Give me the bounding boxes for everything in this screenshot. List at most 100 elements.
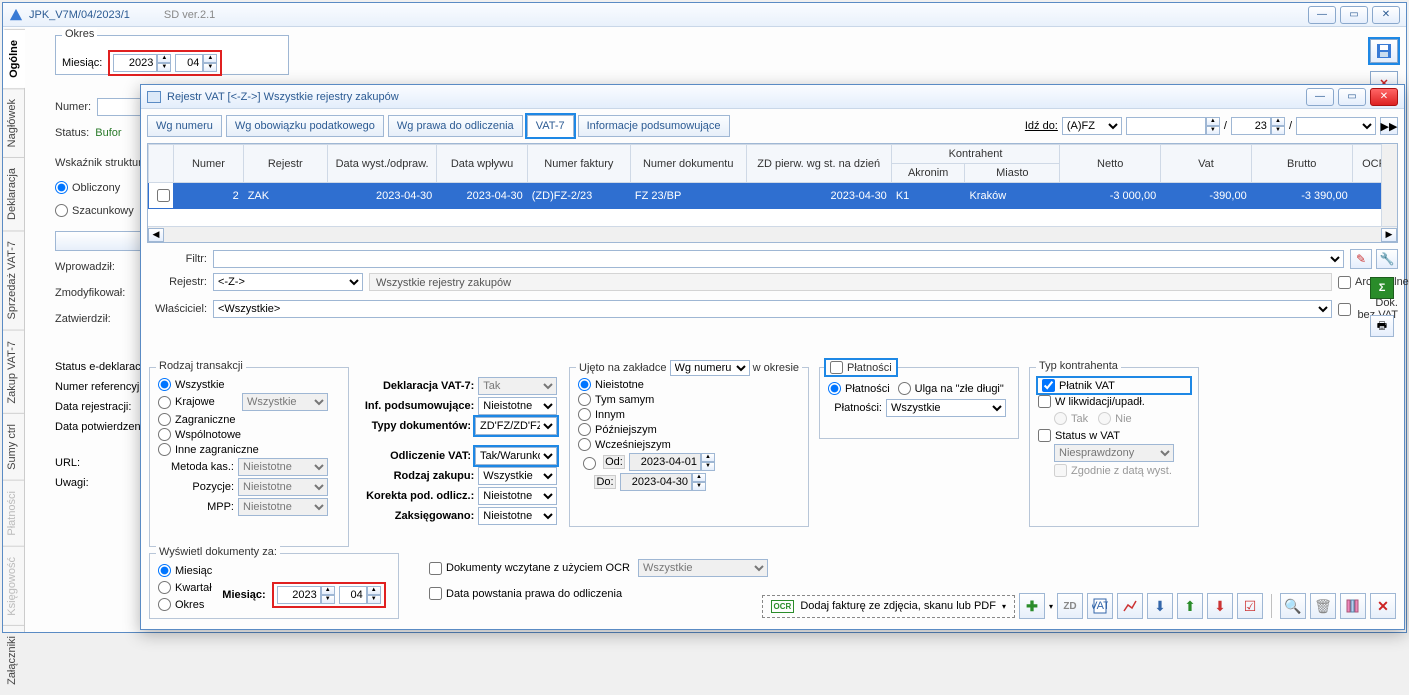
save-icon[interactable] [1370,39,1398,63]
rodzaj-zakupu-select[interactable]: Wszystkie [478,467,557,485]
ujeto-tym-radio[interactable]: Tym samym [578,393,800,406]
vtab-sprzedaz[interactable]: Sprzedaż VAT-7 [3,230,24,329]
vat-doc-icon[interactable]: VAT [1087,593,1113,619]
export-down-icon[interactable]: ⬇ [1147,593,1173,619]
rodzaj-krajowe-radio[interactable]: Krajowe [158,396,238,409]
krajowe-select[interactable]: Wszystkie [242,393,328,411]
odliczenie-select[interactable]: Tak/Warunkowo [475,447,557,465]
status-vat-select[interactable]: Niesprawdzony [1054,444,1174,462]
tab-informacje[interactable]: Informacje podsumowujące [578,115,730,137]
vtab-naglowek[interactable]: Nagłówek [3,88,24,157]
rodzaj-wspolnotowe-radio[interactable]: Wspólnotowe [158,428,340,441]
do-date-spinner[interactable]: ▲▼ [620,473,706,491]
year-down[interactable]: ▼ [157,63,171,72]
magnify-icon[interactable]: 🔍 [1280,593,1306,619]
scroll-left-icon[interactable]: ◀ [148,228,164,242]
vtab-zakup[interactable]: Zakup VAT-7 [3,330,24,414]
export-up-icon[interactable]: ⬆ [1177,593,1203,619]
row-checkbox[interactable] [157,189,170,202]
tab-wg-prawa[interactable]: Wg prawa do odliczenia [388,115,523,137]
korekta-select[interactable]: Nieistotne [478,487,557,505]
col-zd[interactable]: ZD pierw. wg st. na dzień [746,145,891,183]
col-vat[interactable]: Vat [1161,145,1251,183]
month-up[interactable]: ▲ [203,54,217,63]
vtab-zalaczniki[interactable]: Załączniki [3,625,24,695]
col-netto[interactable]: Netto [1060,145,1161,183]
sigma-button[interactable]: Σ [1370,277,1394,299]
platnik-vat-checkbox[interactable]: Płatnik VAT [1038,378,1190,393]
platnosci-select[interactable]: Wszystkie [886,399,1006,417]
trash-icon[interactable]: 🗑 [1310,593,1336,619]
year-up[interactable]: ▲ [157,54,171,63]
col-numer[interactable]: Numer [174,145,243,183]
typy-dok-select[interactable]: ZD'FZ/ZD'FZK [475,417,557,435]
inf-pods-select[interactable]: Nieistotne [478,397,557,415]
tab-wg-obowiazku[interactable]: Wg obowiązku podatkowego [226,115,384,137]
platnosci-checkbox[interactable]: Płatności [830,361,892,374]
dekl-v7-select[interactable]: Tak [478,377,557,395]
col-miasto[interactable]: Miasto [965,164,1060,183]
import-red-icon[interactable]: ⬇ [1207,593,1233,619]
vtab-sumy[interactable]: Sumy ctrl [3,413,24,480]
vtab-ksiegowosc[interactable]: Księgowość [3,546,24,626]
minimize-button[interactable]: — [1308,6,1336,24]
zd-button[interactable]: ZD [1057,593,1083,619]
table-row[interactable]: 2 ZAK 2023-04-30 2023-04-30 (ZD)FZ-2/23 … [149,183,1397,209]
vtab-deklaracja[interactable]: Deklaracja [3,157,24,230]
col-kontrahent[interactable]: Kontrahent [891,145,1059,164]
printer-button[interactable]: 🖶 [1370,315,1394,337]
col-akronim[interactable]: Akronim [891,164,965,183]
ocr-checkbox[interactable]: Dokumenty wczytane z użyciem OCR [429,562,630,575]
ocr-select[interactable]: Wszystkie [638,559,768,577]
filter-tool-icon[interactable]: 🔧 [1376,249,1398,269]
ujeto-pozniejszym-radio[interactable]: Późniejszym [578,423,800,436]
wysw-miesiac-radio[interactable]: Miesiąc [158,564,212,577]
year-input[interactable] [113,54,157,72]
wlikwidacji-checkbox[interactable]: W likwidacji/upadł. [1038,395,1190,408]
close-front-icon[interactable]: ✕ [1370,593,1396,619]
month-spinner[interactable]: ▲▼ [175,54,217,72]
ulga-radio[interactable]: Ulga na "złe długi" [898,382,1004,395]
year-spinner[interactable]: ▲▼ [113,54,171,72]
front-minimize-button[interactable]: — [1306,88,1334,106]
col-brutto[interactable]: Brutto [1251,145,1352,183]
chart-icon[interactable] [1117,593,1143,619]
rodzaj-wszystkie-radio[interactable]: Wszystkie [158,378,340,391]
col-nr-faktury[interactable]: Numer faktury [527,145,630,183]
front-close-button[interactable]: ✕ [1370,88,1398,106]
zaksiegowano-select[interactable]: Nieistotne [478,507,557,525]
ujeto-date-radio[interactable] [583,457,596,470]
rodzaj-inne-radio[interactable]: Inne zagraniczne [158,443,340,456]
col-data-wplywu[interactable]: Data wpływu [437,145,527,183]
vtab-ogolne[interactable]: Ogólne [3,29,25,88]
col-nr-dok[interactable]: Numer dokumentu [630,145,746,183]
grid-vscrollbar[interactable] [1381,144,1397,226]
rejestr-select[interactable]: <-Z-> [213,273,363,291]
ujeto-nieistotne-radio[interactable]: Nieistotne [578,378,800,391]
columns-icon[interactable] [1340,593,1366,619]
close-button[interactable]: ✕ [1372,6,1400,24]
metoda-select[interactable]: Nieistotne [238,458,328,476]
idzdo-select[interactable]: (A)FZ [1062,117,1122,135]
nav-next-icon[interactable]: ▶▶ [1380,117,1398,135]
rodzaj-zagraniczne-radio[interactable]: Zagraniczne [158,413,340,426]
maximize-button[interactable]: ▭ [1340,6,1368,24]
filtr-input[interactable] [213,250,1344,268]
dodaj-fakture-button[interactable]: OCR Dodaj fakturę ze zdjęcia, skanu lub … [762,595,1015,618]
col-data-wyst[interactable]: Data wyst./odpraw. [327,145,436,183]
col-check[interactable] [149,145,174,183]
idzdo-empty-spinner[interactable]: ▲▼ [1126,117,1220,135]
pozycje-select[interactable]: Nieistotne [238,478,328,496]
tab-wg-numeru[interactable]: Wg numeru [147,115,222,137]
mpp-select[interactable]: Nieistotne [238,498,328,516]
ujeto-wczesniejszym-radio[interactable]: Wcześniejszym [578,438,800,451]
add-button[interactable]: ✚ [1019,593,1045,619]
idzdo-num-spinner[interactable]: ▲▼ [1231,117,1285,135]
front-maximize-button[interactable]: ▭ [1338,88,1366,106]
add-dropdown-icon[interactable]: ▾ [1049,602,1053,611]
col-rejestr[interactable]: Rejestr [243,145,327,183]
wlasciciel-select[interactable]: <Wszystkie> [213,300,1332,318]
tab-vat7[interactable]: VAT-7 [527,115,574,137]
filter-clear-icon[interactable]: ✎ [1350,249,1372,269]
vtab-platnosci[interactable]: Płatności [3,480,24,546]
